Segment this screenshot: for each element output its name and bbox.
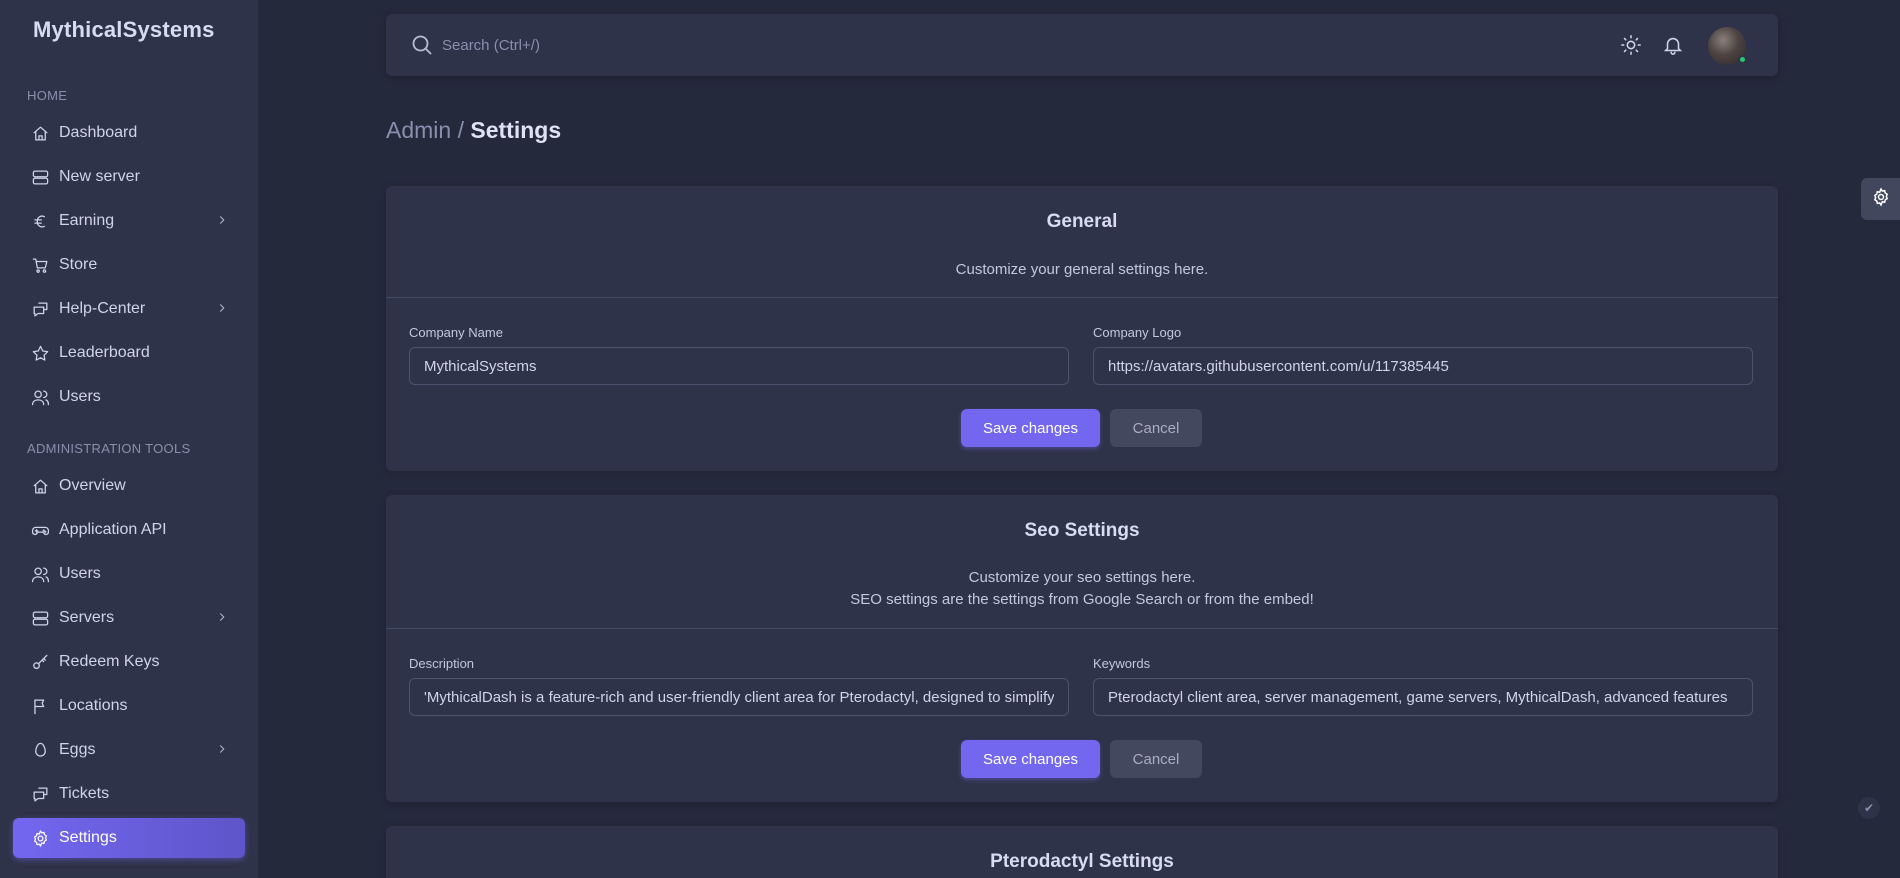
home-icon <box>30 123 50 143</box>
sidebar-item-label: Settings <box>59 829 117 846</box>
sidebar-item-label: Help-Center <box>59 300 146 317</box>
search-icon[interactable] <box>410 33 434 57</box>
sidebar-item-label: Store <box>59 256 98 273</box>
online-status-dot <box>1738 55 1747 64</box>
chevron-right-icon <box>215 213 231 229</box>
users-icon <box>30 387 50 407</box>
sidebar-item-users[interactable]: Users <box>13 377 245 417</box>
gear-icon <box>30 828 50 848</box>
sidebar-item-label: Leaderboard <box>59 344 150 361</box>
sidebar-item-new-server[interactable]: New server <box>13 157 245 197</box>
section-heading-admin: ADMINISTRATION TOOLS <box>27 441 191 456</box>
card-subtitle: Customize your general settings here. <box>955 261 1209 278</box>
messages-icon <box>30 299 50 319</box>
sidebar-item-label: Users <box>59 565 101 582</box>
card-subtitle: Customize your seo settings here. <box>968 569 1196 586</box>
gamepad-icon <box>30 520 50 540</box>
save-button[interactable]: Save changes <box>961 740 1100 778</box>
divider <box>386 628 1778 629</box>
sidebar-item-application-api[interactable]: Application API <box>13 510 245 550</box>
sidebar-item-earning[interactable]: Earning <box>13 201 245 241</box>
company-name-field[interactable] <box>409 347 1069 385</box>
server-icon <box>30 167 50 187</box>
sidebar-item-label: Redeem Keys <box>59 653 160 670</box>
keywords-label: Keywords <box>1093 656 1151 671</box>
sidebar-item-eggs[interactable]: Eggs <box>13 730 245 770</box>
sidebar-item-redeem-keys[interactable]: Redeem Keys <box>13 642 245 682</box>
sidebar-item-label: New server <box>59 168 140 185</box>
sidebar-item-tickets[interactable]: Tickets <box>13 774 245 814</box>
sidebar-item-label: Application API <box>59 521 167 538</box>
sidebar-item-label: Servers <box>59 609 115 626</box>
key-icon <box>30 652 50 672</box>
card-title: Pterodactyl Settings <box>990 851 1174 872</box>
description-label: Description <box>409 656 475 671</box>
cart-icon <box>30 255 50 275</box>
general-settings-card: General Customize your general settings … <box>386 186 1778 471</box>
page-title: Settings <box>470 117 562 143</box>
breadcrumb-parent[interactable]: Admin / <box>386 117 464 143</box>
users-icon <box>30 564 50 584</box>
sidebar-item-label: Tickets <box>59 785 110 802</box>
cancel-button[interactable]: Cancel <box>1110 409 1202 447</box>
sidebar-item-label: Earning <box>59 212 115 229</box>
sidebar-item-admin-users[interactable]: Users <box>13 554 245 594</box>
chevron-right-icon <box>215 742 231 758</box>
bell-icon[interactable] <box>1660 32 1686 58</box>
section-heading-home: HOME <box>27 88 68 103</box>
pterodactyl-settings-card: Pterodactyl Settings <box>386 826 1778 878</box>
save-button[interactable]: Save changes <box>961 409 1100 447</box>
chevron-right-icon <box>215 610 231 626</box>
sidebar-item-label: Dashboard <box>59 124 138 141</box>
sun-icon[interactable] <box>1618 32 1644 58</box>
company-logo-label: Company Logo <box>1093 325 1182 340</box>
customizer-toggle[interactable] <box>1861 178 1900 220</box>
sidebar-item-servers[interactable]: Servers <box>13 598 245 638</box>
check-icon[interactable]: ✔ <box>1858 797 1880 819</box>
card-title: Seo Settings <box>1024 520 1140 541</box>
sidebar-item-help-center[interactable]: Help-Center <box>13 289 245 329</box>
brand-name[interactable]: MythicalSystems <box>33 17 215 43</box>
chevron-right-icon <box>215 301 231 317</box>
card-subtitle: SEO settings are the settings from Googl… <box>850 591 1314 608</box>
sidebar-item-store[interactable]: Store <box>13 245 245 285</box>
search-input[interactable] <box>442 30 1042 60</box>
description-field[interactable] <box>409 678 1069 716</box>
euro-icon <box>30 211 50 231</box>
sidebar-item-label: Users <box>59 388 101 405</box>
avatar[interactable] <box>1708 27 1747 65</box>
home-icon <box>30 476 50 496</box>
server-icon <box>30 608 50 628</box>
egg-icon <box>30 740 50 760</box>
gear-icon <box>1871 187 1891 212</box>
seo-settings-card: Seo Settings Customize your seo settings… <box>386 495 1778 802</box>
sidebar-item-label: Locations <box>59 697 128 714</box>
sidebar: MythicalSystems HOME Dashboard New serve… <box>0 0 258 878</box>
divider <box>386 297 1778 298</box>
sidebar-item-dashboard[interactable]: Dashboard <box>13 113 245 153</box>
cancel-button[interactable]: Cancel <box>1110 740 1202 778</box>
breadcrumb: Admin / Settings <box>386 117 561 144</box>
messages-icon <box>30 784 50 804</box>
top-navbar <box>386 14 1778 76</box>
sidebar-item-overview[interactable]: Overview <box>13 466 245 506</box>
keywords-field[interactable] <box>1093 678 1753 716</box>
sidebar-item-locations[interactable]: Locations <box>13 686 245 726</box>
sidebar-item-label: Eggs <box>59 741 96 758</box>
company-name-label: Company Name <box>409 325 503 340</box>
sidebar-item-settings[interactable]: Settings <box>13 818 245 858</box>
sidebar-item-leaderboard[interactable]: Leaderboard <box>13 333 245 373</box>
flag-icon <box>30 696 50 716</box>
sidebar-item-label: Overview <box>59 477 126 494</box>
card-title: General <box>1046 211 1118 232</box>
star-icon <box>30 343 50 363</box>
company-logo-field[interactable] <box>1093 347 1753 385</box>
